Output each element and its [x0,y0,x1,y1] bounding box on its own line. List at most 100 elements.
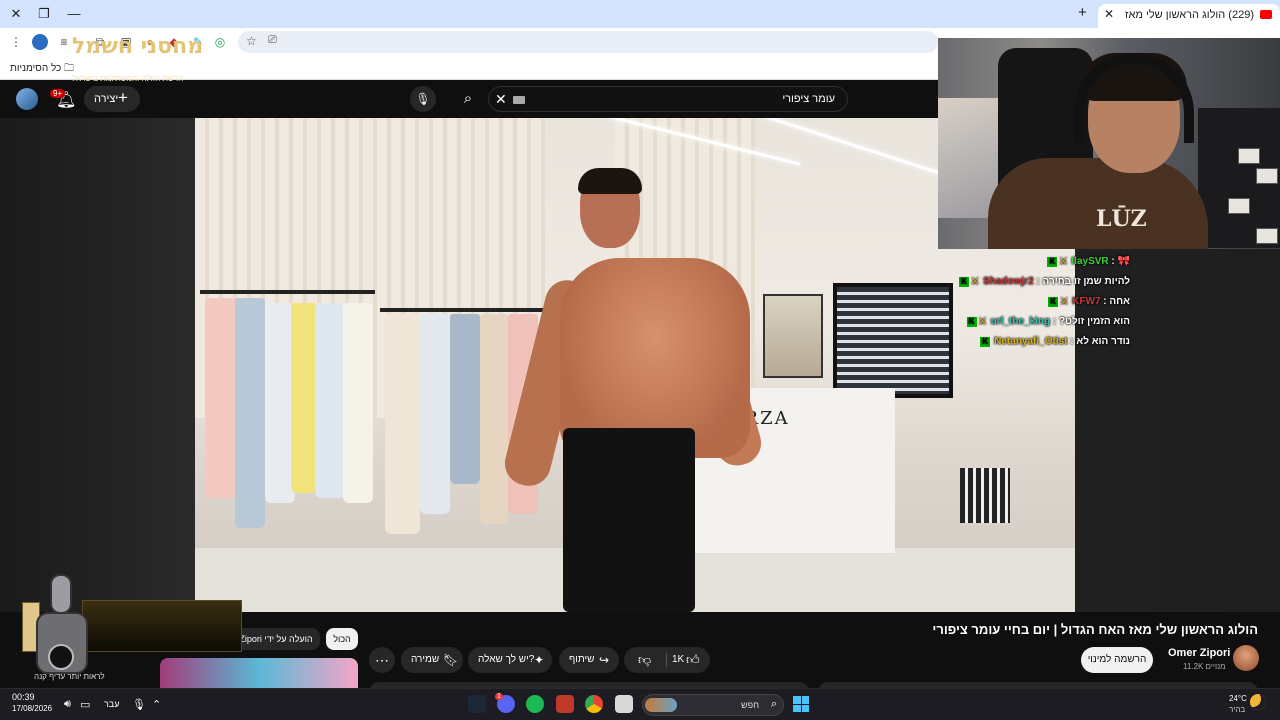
taskbar-search[interactable]: חפש ⌕ [642,694,784,716]
shelf-card [1238,148,1260,164]
app-icon[interactable] [556,695,574,713]
address-bar[interactable]: ☆ ⎚ [238,31,938,53]
close-window-icon[interactable]: ✕ [6,4,26,24]
garment [420,314,450,514]
like-count: 1K [672,654,685,665]
keyboard-icon[interactable] [513,96,525,104]
sponsor-logo [20,572,242,682]
clear-search-icon[interactable]: ✕ [495,91,507,108]
wall-portrait [763,294,823,378]
notification-count-badge: 9+ [50,89,66,98]
voice-search-mic-icon[interactable]: 🎙︎ [410,86,436,112]
sparkle-icon: ✦ [534,653,545,667]
kick-badge-icon: K [966,317,977,327]
network-icon[interactable]: ▭ [80,698,90,711]
divider [666,653,667,667]
search-input[interactable]: ✕ עומר ציפורי [488,86,848,112]
sponsor-subtitle: הרשת הזולה והמשתלמת בישראל [72,74,184,83]
clock-date[interactable]: 17/08/2026 [12,704,52,713]
kick-badge-icon: K [1048,297,1059,307]
search-icon[interactable]: ⌕ [448,85,488,113]
sword-badge-icon: ⚔ [970,276,980,286]
create-button[interactable]: יצירה + [84,86,140,112]
chip-all[interactable]: הכול [326,628,358,650]
steam-icon[interactable] [468,695,486,713]
subscribe-button[interactable]: הרשמה למינוי [1081,647,1153,673]
like-dislike-group: 👎︎ 1K 👍︎ [624,647,710,673]
language-indicator[interactable]: עבר [104,699,119,709]
channel-avatar[interactable] [1233,645,1259,671]
chip-uploaded-by[interactable]: הועלה על ידי Zipori [232,628,320,650]
garment [291,303,317,493]
channel-name[interactable]: Omer Zipori [1168,647,1230,659]
shelf-card [1228,198,1250,214]
start-menu-windows-icon[interactable] [793,696,809,712]
person-pants [563,428,695,612]
browser-tab[interactable]: ✕ (229) הולוג הראשון שלי מאז האח [1098,4,1280,28]
clothing-rack [200,290,375,294]
kick-badge-icon: K [980,337,991,347]
plus-icon: + [118,88,128,107]
shelf-card [1256,168,1278,184]
bookmark-icon: 🔖︎ [443,653,459,667]
save-button[interactable]: שמירה 🔖︎ [401,647,463,673]
cast-icon[interactable]: ⎚ [268,34,277,47]
chrome-icon[interactable] [585,695,603,713]
moon-weather-icon[interactable] [1250,694,1266,710]
search-icon: ⌕ [770,698,777,710]
tab-title: (229) הולוג הראשון שלי מאז האח [1124,9,1254,21]
search-query: עומר ציפורי [782,93,835,105]
streamer-shirt [988,158,1208,249]
windows-taskbar [0,688,1280,720]
subscriber-count: 11.2K מנויים [1183,662,1226,671]
close-tab-icon[interactable]: ✕ [1104,7,1114,21]
microphone-icon[interactable]: 🎙︎ [132,698,146,711]
ask-question-button[interactable]: יש לך שאלה? ✦ [468,647,552,673]
search-highlight-image [645,698,677,712]
chat-message: להיות שמן זו בחירה : Shadowjr2⚔K [958,276,1130,292]
bookmark-star-icon[interactable]: ☆ [246,34,257,48]
profile-icon[interactable] [32,34,48,50]
garment [315,303,345,498]
sponsor-banner [82,600,242,652]
garment [235,298,265,528]
sponsor-caption: לראות יותר עדיף קנה [34,672,105,681]
kick-badge-icon: K [1047,257,1058,267]
kick-badge-icon: K [958,277,969,287]
weather-temperature[interactable]: 24°C [1229,694,1247,703]
volume-icon[interactable]: 🔊︎ [64,698,71,711]
share-icon: ↪ [599,653,610,667]
clothing-rack [380,308,560,312]
media-control-icon[interactable]: ≡ [56,34,72,50]
restore-window-icon[interactable]: ❐ [34,4,54,24]
show-hidden-icons-chevron-icon[interactable]: ⌃ [152,698,161,711]
streamer-webcam: LŪZ [938,38,1280,249]
account-avatar[interactable] [16,88,38,110]
new-tab-button[interactable]: + [1078,4,1087,21]
menu-dots-icon[interactable]: ⋮ [8,34,24,50]
clock-time[interactable]: 00:39 [12,692,35,702]
garment [343,303,373,503]
dislike-icon[interactable]: 👎︎ [638,647,651,673]
chat-message: נודר הוא לא : Netanyafi_OtistK [980,336,1130,352]
garment [450,314,480,484]
weather-condition[interactable]: בהיר [1229,705,1245,714]
minimize-window-icon[interactable]: — [64,4,84,24]
save-label: שמירה [411,654,440,665]
like-icon[interactable]: 👍︎ [686,647,700,673]
sponsor-title: מחסני חשמל [72,34,204,59]
shirt-logo: LŪZ [1096,206,1147,232]
share-button[interactable]: שיתוף ↪ [559,647,619,673]
ask-label: יש לך שאלה? [478,654,535,665]
all-bookmarks-folder[interactable]: כל הסימניות 🗀 [10,61,74,78]
garment [480,314,508,524]
extension-icon[interactable]: ◎ [212,34,228,50]
spotify-icon[interactable] [526,695,544,713]
more-actions-icon[interactable]: ⋯ [369,647,395,673]
chat-message: 🎀 : IlaySVR⚔K [1047,256,1130,272]
sword-badge-icon: ⚔ [978,316,987,326]
file-explorer-icon[interactable] [615,695,633,713]
chat-message: אחה : KFW7⚔K [1048,296,1130,312]
person-hair [578,168,642,194]
mascot-medal [48,644,74,670]
